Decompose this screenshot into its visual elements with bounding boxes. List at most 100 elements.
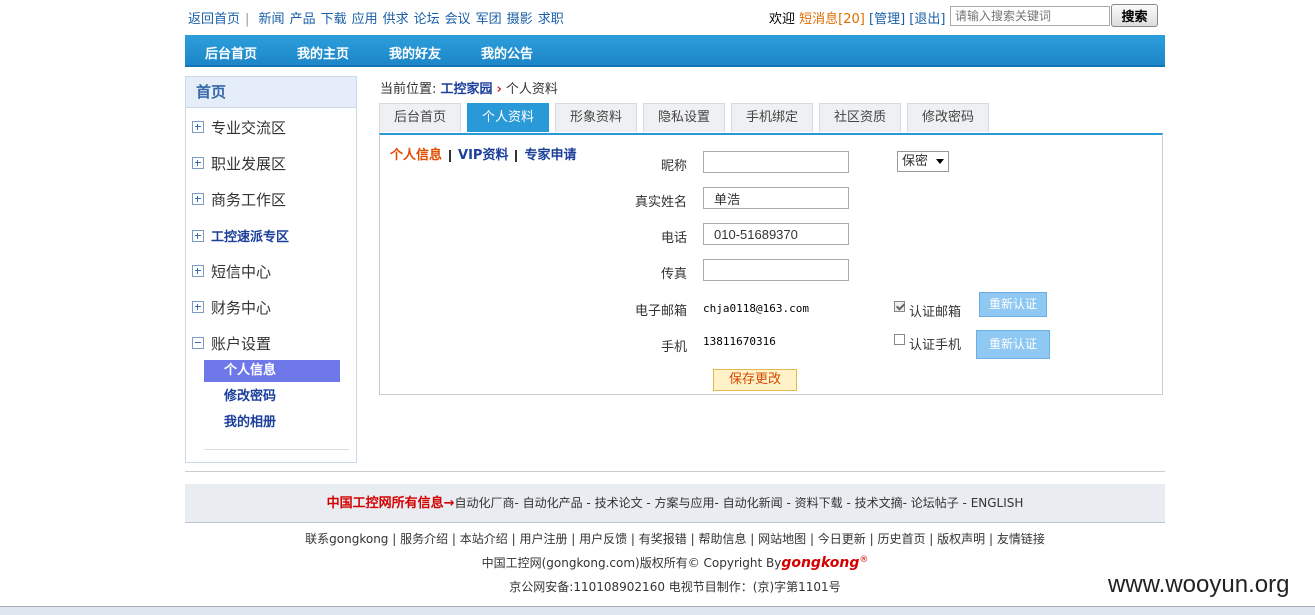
subtab-expert-application[interactable]: 专家申请 xyxy=(524,148,576,163)
sidebar-sub-personal-info[interactable]: 个人信息 xyxy=(204,360,340,382)
email-value: chja0118@163.com xyxy=(703,302,809,315)
sidebar-item-label: 职业发展区 xyxy=(211,155,287,173)
profile-tabs: 后台首页 个人资料 形象资料 隐私设置 手机绑定 社区资质 修改密码 xyxy=(379,103,1163,135)
realname-field[interactable] xyxy=(703,187,849,209)
divider xyxy=(185,471,1165,472)
top-link-news[interactable]: 新闻 xyxy=(259,12,285,27)
tab-change-password[interactable]: 修改密码 xyxy=(907,103,989,132)
top-link-forum[interactable]: 论坛 xyxy=(414,12,440,27)
sidebar-item-account[interactable]: 账户设置 xyxy=(192,333,271,353)
top-link-legion[interactable]: 军团 xyxy=(476,12,502,27)
top-link-supply[interactable]: 供求 xyxy=(383,12,409,27)
nav-my-friends[interactable]: 我的好友 xyxy=(389,43,441,62)
separator xyxy=(515,149,518,162)
mobile-value: 13811670316 xyxy=(703,335,776,348)
chevron-right-icon: › xyxy=(496,82,502,97)
copyright-text: 中国工控网(gongkong.com)版权所有© Copyright By xyxy=(481,556,782,570)
nav-my-announcements[interactable]: 我的公告 xyxy=(481,43,533,62)
expand-plus-icon[interactable] xyxy=(192,192,204,205)
nav-admin-home[interactable]: 后台首页 xyxy=(205,43,257,62)
fax-label: 传真 xyxy=(660,267,687,282)
gongkong-logo: gongkong xyxy=(781,555,860,571)
sidebar: 首页 专业交流区 职业发展区 商务工作区 工控速派专区 短信中心 财务中心 账户… xyxy=(185,76,357,463)
sidebar-item-label: 商务工作区 xyxy=(211,191,287,209)
profile-subtabs: 个人信息 VIP资料 专家申请 xyxy=(390,144,576,163)
mobile-label: 手机 xyxy=(660,340,687,355)
top-link-products[interactable]: 产品 xyxy=(290,12,316,27)
privacy-select[interactable]: 保密 xyxy=(897,151,949,172)
verify-email-checkbox[interactable] xyxy=(894,301,905,312)
back-home-link[interactable]: 返回首页 xyxy=(188,12,240,27)
fax-field[interactable] xyxy=(703,259,849,281)
breadcrumb-prefix: 当前位置: xyxy=(380,82,437,97)
verify-mobile-label: 认证手机 xyxy=(909,338,962,353)
collapse-minus-icon[interactable] xyxy=(192,336,204,349)
footer-license: 京公网安备:110108902160 电视节目制作：(京)字第1101号 xyxy=(509,580,841,594)
footer-categories[interactable]: 自动化厂商- 自动化产品 - 技术论文 - 方案与应用- 自动化新闻 - 资料下… xyxy=(454,496,1023,510)
expand-plus-icon[interactable] xyxy=(192,300,204,313)
top-link-download[interactable]: 下载 xyxy=(321,12,347,27)
reverify-email-button[interactable]: 重新认证 xyxy=(979,292,1047,317)
save-button[interactable]: 保存更改 xyxy=(713,369,797,391)
top-link-apps[interactable]: 应用 xyxy=(352,12,378,27)
tab-admin-home[interactable]: 后台首页 xyxy=(379,103,461,132)
verify-mobile-checkbox[interactable] xyxy=(894,334,905,345)
sidebar-item-professional-exchange[interactable]: 专业交流区 xyxy=(192,117,286,137)
sidebar-sub-my-album[interactable]: 我的相册 xyxy=(204,412,340,434)
user-box: 欢迎 短消息[20] [管理] [退出] xyxy=(769,8,945,27)
expand-plus-icon[interactable] xyxy=(192,264,204,277)
sidebar-item-label: 财务中心 xyxy=(211,299,272,317)
top-link-meeting[interactable]: 会议 xyxy=(445,12,471,27)
sidebar-sub-change-password[interactable]: 修改密码 xyxy=(204,386,340,408)
nickname-field[interactable] xyxy=(703,151,849,173)
sidebar-item-label: 账户设置 xyxy=(211,335,272,353)
realname-label: 真实姓名 xyxy=(634,195,687,210)
sidebar-header[interactable]: 首页 xyxy=(186,77,356,108)
top-bar: 返回首页 | 新闻 产品 下载 应用 供求 论坛 会议 军团 摄影 求职 欢迎 短消息[20] [管… xyxy=(0,0,1315,32)
search-button[interactable]: 搜索 xyxy=(1111,4,1158,27)
subtab-personal-info[interactable]: 个人信息 xyxy=(390,148,442,163)
watermark: www.wooyun.org xyxy=(1108,571,1290,598)
subtab-vip[interactable]: VIP资料 xyxy=(458,148,508,163)
tab-phone-binding[interactable]: 手机绑定 xyxy=(731,103,813,132)
expand-plus-icon[interactable] xyxy=(192,229,204,242)
phone-label: 电话 xyxy=(660,231,687,246)
sidebar-item-label: 工控速派专区 xyxy=(211,230,290,245)
email-label: 电子邮箱 xyxy=(634,304,687,319)
sidebar-item-business[interactable]: 商务工作区 xyxy=(192,189,286,209)
search-input[interactable] xyxy=(950,6,1110,26)
privacy-select-value: 保密 xyxy=(902,154,929,169)
tab-privacy[interactable]: 隐私设置 xyxy=(643,103,725,132)
sidebar-item-express[interactable]: 工控速派专区 xyxy=(192,226,289,246)
sidebar-item-career[interactable]: 职业发展区 xyxy=(192,153,286,173)
breadcrumb-home[interactable]: 工控家园 xyxy=(441,82,493,97)
welcome-text: 欢迎 xyxy=(769,12,796,27)
footer-copyright: 中国工控网(gongkong.com)版权所有© Copyright Bygon… xyxy=(185,554,1165,571)
tab-personal-profile[interactable]: 个人资料 xyxy=(467,103,549,132)
expand-plus-icon[interactable] xyxy=(192,120,204,133)
message-count[interactable]: [20] xyxy=(838,12,865,27)
footer-category-bar: 中国工控网所有信息→自动化厂商- 自动化产品 - 技术论文 - 方案与应用- 自… xyxy=(185,484,1165,523)
footer-red-label: 中国工控网所有信息→ xyxy=(326,496,455,511)
sidebar-item-label: 短信中心 xyxy=(211,263,272,281)
separator: | xyxy=(245,12,250,27)
top-link-jobs[interactable]: 求职 xyxy=(538,12,564,27)
top-links: 返回首页 | 新闻 产品 下载 应用 供求 论坛 会议 军团 摄影 求职 xyxy=(188,8,569,27)
top-link-photo[interactable]: 摄影 xyxy=(507,12,533,27)
expand-plus-icon[interactable] xyxy=(192,156,204,169)
divider xyxy=(204,449,349,450)
reverify-mobile-button[interactable]: 重新认证 xyxy=(976,330,1050,359)
manage-link[interactable]: [管理] xyxy=(869,12,905,27)
logout-link[interactable]: [退出] xyxy=(909,12,945,27)
nav-my-homepage[interactable]: 我的主页 xyxy=(297,43,349,62)
phone-field[interactable] xyxy=(703,223,849,245)
main-nav: 后台首页 我的主页 我的好友 我的公告 xyxy=(185,35,1165,67)
messages-link[interactable]: 短消息 xyxy=(799,12,838,27)
footer-links[interactable]: 联系gongkong | 服务介绍 | 本站介绍 | 用户注册 | 用户反馈 |… xyxy=(185,530,1165,547)
tab-community-qualification[interactable]: 社区资质 xyxy=(819,103,901,132)
sidebar-item-label: 专业交流区 xyxy=(211,119,287,137)
tab-image-profile[interactable]: 形象资料 xyxy=(555,103,637,132)
sidebar-item-sms[interactable]: 短信中心 xyxy=(192,261,271,281)
breadcrumb-current: 个人资料 xyxy=(505,82,558,97)
sidebar-item-finance[interactable]: 财务中心 xyxy=(192,297,271,317)
